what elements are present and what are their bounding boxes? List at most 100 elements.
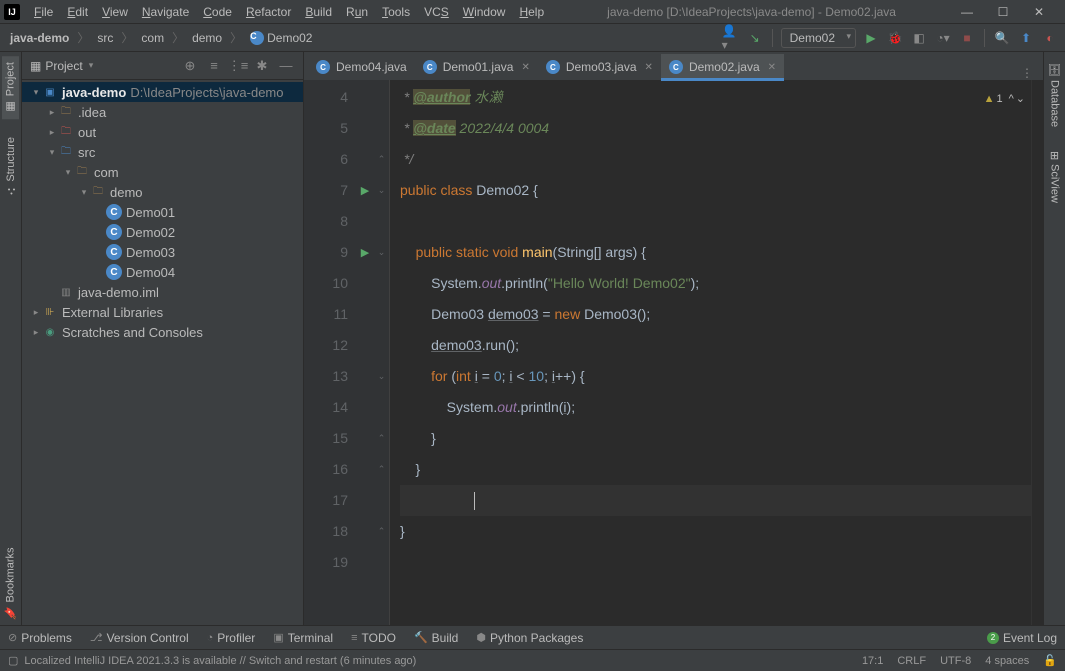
tree-demo04[interactable]: CDemo04 <box>22 262 303 282</box>
expand-all-icon[interactable]: ≡ <box>205 57 223 75</box>
side-tab-project[interactable]: ▦ Project <box>2 56 19 119</box>
code-line[interactable]: Demo03 demo03 = new Demo03(); <box>400 299 1031 330</box>
crumb-class[interactable]: C Demo02 <box>246 29 316 47</box>
menu-help[interactable]: Help <box>513 3 550 21</box>
caret-position[interactable]: 17:1 <box>862 655 883 667</box>
tree-demo02[interactable]: CDemo02 <box>22 222 303 242</box>
status-toggle-icon[interactable]: ▢ <box>8 654 18 667</box>
btool-python[interactable]: ⬢Python Packages <box>476 631 583 645</box>
inspection-widget[interactable]: ▲ 1 ^ ⌄ <box>984 84 1025 115</box>
tree-com[interactable]: ▾🗀com <box>22 162 303 182</box>
code-line[interactable] <box>400 485 1031 516</box>
run-config-selector[interactable]: Demo02 <box>781 28 856 48</box>
close-tab-icon[interactable]: ✕ <box>645 62 653 73</box>
line-number-gutter[interactable]: 4 5 6 7 8 9 10 11 12 13 14 15 16 17 18 1… <box>304 80 356 625</box>
menu-view[interactable]: View <box>96 3 134 21</box>
side-tab-structure[interactable]: ⛬ Structure <box>3 131 19 203</box>
btool-vcs[interactable]: ⎇Version Control <box>90 631 189 645</box>
code-line[interactable]: System.out.println(i); <box>400 392 1031 423</box>
tree-demo[interactable]: ▾🗀demo <box>22 182 303 202</box>
close-button[interactable]: ✕ <box>1025 2 1053 22</box>
line-number[interactable]: 18 <box>304 516 348 547</box>
line-number[interactable]: 5 <box>304 113 348 144</box>
code-line[interactable]: for (int i = 0; i < 10; i++) { <box>400 361 1031 392</box>
btool-terminal[interactable]: ▣Terminal <box>273 631 333 645</box>
build-icon[interactable]: ↘ <box>746 29 764 47</box>
stop-button[interactable]: ■ <box>958 29 976 47</box>
fold-end-icon[interactable]: ⌃ <box>374 454 389 485</box>
maximize-button[interactable]: ☐ <box>989 2 1017 22</box>
line-number[interactable]: 19 <box>304 547 348 578</box>
btool-eventlog[interactable]: 2Event Log <box>987 631 1057 645</box>
panel-title[interactable]: ▦ Project <box>30 59 93 73</box>
settings-icon[interactable]: ✱ <box>253 57 271 75</box>
menu-refactor[interactable]: Refactor <box>240 3 297 21</box>
collapse-all-icon[interactable]: ⋮≡ <box>229 57 247 75</box>
line-number[interactable]: 16 <box>304 454 348 485</box>
btool-problems[interactable]: ⊘Problems <box>8 631 72 645</box>
btool-todo[interactable]: ≡TODO <box>351 631 396 645</box>
line-number[interactable]: 8 <box>304 206 348 237</box>
tree-iml[interactable]: ▥java-demo.iml <box>22 282 303 302</box>
add-config-icon[interactable]: 👤▾ <box>722 29 740 47</box>
fold-start-icon[interactable]: ⌄ <box>374 237 389 268</box>
crumb-project[interactable]: java-demo <box>6 29 73 47</box>
fold-end-icon[interactable]: ⌃ <box>374 144 389 175</box>
line-number[interactable]: 4 <box>304 82 348 113</box>
run-button[interactable]: ▶ <box>862 29 880 47</box>
line-number[interactable]: 10 <box>304 268 348 299</box>
fold-end-icon[interactable]: ⌃ <box>374 423 389 454</box>
code-line[interactable]: } <box>400 454 1031 485</box>
tree-out[interactable]: ▸🗀out <box>22 122 303 142</box>
line-number[interactable]: 6 <box>304 144 348 175</box>
run-line-icon[interactable]: ▶ <box>361 184 369 197</box>
file-encoding[interactable]: UTF-8 <box>940 655 971 667</box>
error-stripe[interactable] <box>1031 80 1043 625</box>
code-line[interactable]: */ <box>400 144 1031 175</box>
tree-root[interactable]: ▾▣java-demoD:\IdeaProjects\java-demo <box>22 82 303 102</box>
project-tree[interactable]: ▾▣java-demoD:\IdeaProjects\java-demo ▸🗀.… <box>22 80 303 625</box>
tab-more-icon[interactable]: ⋮ <box>1015 66 1039 80</box>
line-number[interactable]: 17 <box>304 485 348 516</box>
tab-demo01[interactable]: CDemo01.java✕ <box>415 54 538 80</box>
menu-window[interactable]: Window <box>457 3 512 21</box>
code-line[interactable]: demo03.run(); <box>400 330 1031 361</box>
code-line[interactable]: System.out.println("Hello World! Demo02"… <box>400 268 1031 299</box>
close-tab-icon[interactable]: ✕ <box>521 62 529 73</box>
chevron-up-icon[interactable]: ^ <box>1009 84 1014 115</box>
side-tab-bookmarks[interactable]: 🔖 Bookmarks <box>2 541 19 625</box>
side-tab-sciview[interactable]: ⊞ SciView <box>1046 145 1063 209</box>
menu-edit[interactable]: Edit <box>61 3 94 21</box>
code-line[interactable]: } <box>400 516 1031 547</box>
line-number[interactable]: 13 <box>304 361 348 392</box>
side-tab-database[interactable]: 🗄 Database <box>1046 56 1063 133</box>
update-icon[interactable]: ⬆ <box>1017 29 1035 47</box>
fold-end-icon[interactable]: ⌃ <box>374 516 389 547</box>
debug-button[interactable]: 🐞 <box>886 29 904 47</box>
tree-extlib[interactable]: ▸⊪External Libraries <box>22 302 303 322</box>
crumb-src[interactable]: src <box>93 29 117 47</box>
code-line[interactable]: * @date 2022/4/4 0004 <box>400 113 1031 144</box>
select-opened-file-icon[interactable]: ⊕ <box>181 57 199 75</box>
ide-features-icon[interactable]: ◐ <box>1041 29 1059 47</box>
chevron-down-icon[interactable]: ⌄ <box>1016 84 1025 115</box>
profile-button[interactable]: ◔▾ <box>934 29 952 47</box>
tab-demo04[interactable]: CDemo04.java <box>308 54 415 80</box>
crumb-demo[interactable]: demo <box>188 29 226 47</box>
menu-build[interactable]: Build <box>299 3 338 21</box>
status-message[interactable]: Localized IntelliJ IDEA 2021.3.3 is avai… <box>24 655 416 667</box>
code-line[interactable] <box>400 206 1031 237</box>
code-line[interactable]: } <box>400 423 1031 454</box>
tab-demo02[interactable]: CDemo02.java✕ <box>661 54 784 80</box>
tree-idea[interactable]: ▸🗀.idea <box>22 102 303 122</box>
hide-icon[interactable]: — <box>277 57 295 75</box>
btool-build[interactable]: 🔨Build <box>414 631 458 645</box>
code-line[interactable]: * @author 水濑 <box>400 82 1031 113</box>
readonly-icon[interactable]: 🔓 <box>1043 654 1057 667</box>
fold-start-icon[interactable]: ⌄ <box>374 361 389 392</box>
line-number[interactable]: 9 <box>304 237 348 268</box>
menu-run[interactable]: Run <box>340 3 374 21</box>
line-number[interactable]: 7 <box>304 175 348 206</box>
fold-start-icon[interactable]: ⌄ <box>374 175 389 206</box>
line-number[interactable]: 15 <box>304 423 348 454</box>
